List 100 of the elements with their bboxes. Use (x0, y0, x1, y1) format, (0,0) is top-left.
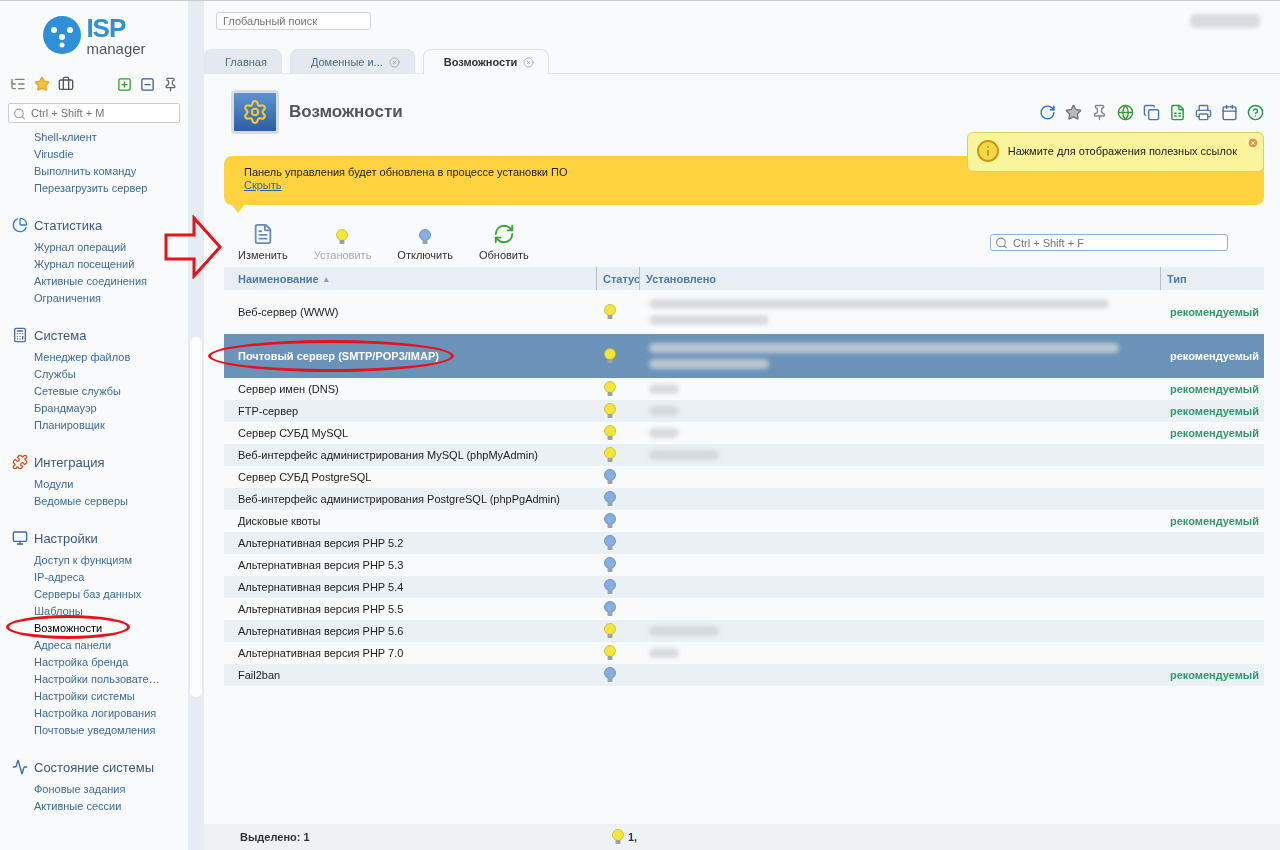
expand-icon[interactable] (117, 76, 132, 92)
menu-item[interactable]: Доступ к функциям (34, 552, 188, 569)
star-icon[interactable] (1065, 103, 1082, 121)
menu-item[interactable]: Virusdie (34, 146, 188, 163)
menu-item[interactable]: Модули (34, 476, 188, 493)
blurred-user-placeholder (1190, 14, 1260, 28)
calendar-icon[interactable] (1221, 103, 1238, 121)
table-row[interactable]: Почтовый сервер (SMTP/POP3/IMAP) рекомендуемый (224, 334, 1264, 378)
close-icon[interactable] (523, 56, 535, 68)
briefcase-icon[interactable] (58, 76, 74, 92)
menu-item[interactable]: Ограничения (34, 290, 188, 307)
help-icon[interactable] (1247, 103, 1264, 121)
menu-item[interactable]: Перезагрузить сервер (34, 180, 188, 197)
menu-item[interactable]: Выполнить команду (34, 163, 188, 180)
menu-item[interactable]: Shell-клиент (34, 129, 188, 146)
table-row[interactable]: Альтернативная версия PHP 5.6 (224, 620, 1264, 642)
column-header[interactable]: Наименование (238, 272, 319, 285)
menu-item[interactable]: Журнал посещений (34, 256, 188, 273)
name-cell-text: Альтернативная версия PHP 5.4 (237, 581, 405, 593)
menu-search-field[interactable]: Ctrl + Shift + M (8, 103, 180, 123)
status-count: 1, (628, 831, 638, 843)
menu-item[interactable]: Настройки пользовате… (34, 671, 188, 688)
documents-icon[interactable] (1143, 103, 1160, 121)
menu-item[interactable]: Возможности (34, 620, 188, 637)
column-header[interactable]: Статус (603, 272, 641, 285)
lightbulb-icon (419, 229, 432, 245)
tab[interactable]: Главная (204, 49, 282, 74)
menu-item[interactable]: Сетевые службы (34, 383, 188, 400)
table-row[interactable]: Веб-интерфейс администрирования MySQL (phpMyAdmin) (224, 444, 1264, 466)
logo-subtitle: manager (86, 40, 146, 56)
pin-icon[interactable] (163, 76, 178, 92)
menu-group-title[interactable]: Настройки (34, 530, 98, 546)
menu-group-title[interactable]: Интеграция (34, 454, 105, 470)
lightbulb-icon (612, 829, 624, 845)
global-search-field[interactable]: Глобальный поиск (216, 12, 371, 30)
scrollbar[interactable] (188, 1, 204, 850)
puzzle-icon (12, 454, 28, 470)
pin-icon[interactable] (1091, 103, 1108, 121)
type-cell-text: рекомендуемый (1169, 350, 1261, 362)
name-cell-text: Альтернативная версия PHP 5.6 (237, 625, 405, 637)
menu-group-title[interactable]: Состояние системы (34, 759, 155, 775)
menu-item[interactable]: Менеджер файлов (34, 349, 188, 366)
name-cell-text: Сервер СУБД PostgreSQL (237, 471, 373, 483)
menu-item[interactable]: IP-адреса (34, 569, 188, 586)
activity-monitor-icon (12, 759, 28, 775)
type-cell-text: рекомендуемый (1169, 427, 1261, 439)
menu-item[interactable]: Брандмауэр (34, 400, 188, 417)
menu-item[interactable]: Активные сессии (34, 798, 188, 815)
table-row[interactable]: Веб-интерфейс администрирования PostgreSQL (phpPgAdmin) (224, 488, 1264, 510)
column-header[interactable]: Тип (1167, 272, 1187, 285)
selection-count: Выделено: 1 (240, 831, 311, 843)
globe-icon[interactable] (1117, 103, 1134, 121)
name-cell-text: Почтовый сервер (SMTP/POP3/IMAP) (237, 350, 440, 362)
table-row[interactable]: Альтернативная версия PHP 5.4 (224, 576, 1264, 598)
star-icon[interactable] (34, 76, 50, 92)
toolbar-button[interactable]: Отключить (389, 229, 461, 261)
close-button[interactable] (1247, 137, 1259, 149)
notice-text: Панель управления будет обновлена в процессе установки ПО (244, 166, 569, 178)
name-cell-text: Веб-интерфейс администрирования PostgreSQL (phpPgAdmin) (237, 493, 561, 505)
menu-item[interactable]: Серверы баз данных (34, 586, 188, 603)
menu-group-title[interactable]: Статистика (34, 217, 103, 233)
menu-item[interactable]: Службы (34, 366, 188, 383)
menu-item[interactable]: Настройка логирования (34, 705, 188, 722)
name-cell-text: Дисковые квоты (237, 515, 322, 527)
column-header[interactable]: Установлено (646, 272, 717, 285)
menu-item[interactable]: Адреса панели (34, 637, 188, 654)
menu-item[interactable]: Активные соединения (34, 273, 188, 290)
toolbar-button[interactable]: Обновить (470, 223, 537, 261)
menu-item[interactable]: Настройки системы (34, 688, 188, 705)
printer-icon[interactable] (1195, 103, 1212, 121)
table-row[interactable]: FTP-сервер рекомендуемый (224, 400, 1264, 422)
menu-item[interactable]: Шаблоны (34, 603, 188, 620)
calculator-icon (12, 327, 28, 343)
table-filter-field[interactable]: Ctrl + Shift + F (990, 234, 1228, 251)
logo-text: ISP (86, 14, 127, 41)
tree-list-icon[interactable] (10, 76, 26, 92)
menu-item[interactable]: Журнал операций (34, 239, 188, 256)
menu-item[interactable]: Фоновые задания (34, 781, 188, 798)
tab[interactable]: Доменные и... (289, 49, 415, 74)
spreadsheet-icon[interactable] (1169, 103, 1186, 121)
hide-link[interactable]: Скрыть (244, 179, 282, 191)
type-cell-text: рекомендуемый (1169, 383, 1261, 395)
close-icon[interactable] (388, 56, 400, 68)
name-cell-text: Альтернативная версия PHP 5.2 (237, 537, 405, 549)
tab[interactable]: Возможности (422, 49, 550, 74)
table-row[interactable]: Fail2ban рекомендуемый (224, 664, 1264, 686)
lightbulb-icon (336, 229, 349, 245)
menu-item[interactable]: Настройка бренда (34, 654, 188, 671)
name-cell-text: Альтернативная версия PHP 5.3 (237, 559, 405, 571)
menu-item[interactable]: Почтовые уведомления (34, 722, 188, 739)
table-row[interactable]: Альтернативная версия PHP 5.2 (224, 532, 1264, 554)
menu-item[interactable]: Ведомые серверы (34, 493, 188, 510)
sort-indicator: ▴ (323, 273, 329, 284)
menu-group-title[interactable]: Система (34, 327, 87, 343)
collapse-icon[interactable] (140, 76, 155, 92)
toolbar-button[interactable]: Изменить (230, 223, 296, 261)
menu-item[interactable]: Планировщик (34, 417, 188, 434)
name-cell-text: Сервер имен (DNS) (237, 383, 340, 395)
refresh-icon[interactable] (1039, 103, 1056, 121)
type-cell-text: рекомендуемый (1169, 405, 1261, 417)
